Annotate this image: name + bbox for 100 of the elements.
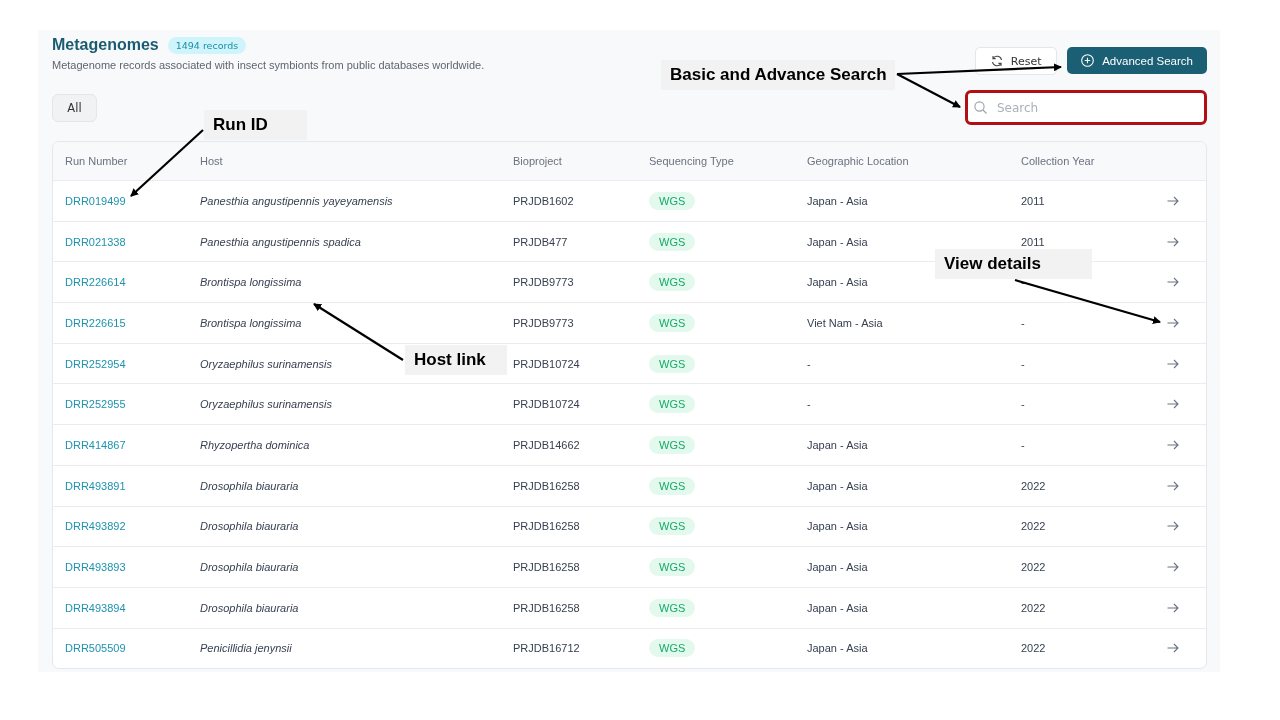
host-link[interactable]: Brontispa longissima — [200, 276, 302, 289]
annotation-label: Run ID — [204, 110, 307, 140]
sequencing-type-tag: WGS — [649, 558, 696, 577]
table-cell-text: - — [1020, 357, 1026, 370]
table-cell-text: PRJDB1602 — [512, 194, 575, 207]
view-details-button[interactable] — [1166, 602, 1179, 613]
table-cell-text: 2022 — [1020, 601, 1047, 614]
run-link[interactable]: DRR493893 — [65, 561, 126, 574]
table-cell-text: PRJDB16258 — [512, 479, 581, 492]
view-details-button[interactable] — [1166, 643, 1179, 654]
arrow-right-icon — [1166, 521, 1179, 532]
advanced-search-button[interactable]: Advanced Search — [1067, 47, 1207, 74]
host-link[interactable]: Oryzaephilus surinamensis — [200, 398, 333, 411]
arrow-right-icon — [1166, 602, 1179, 613]
sequencing-type-tag: WGS — [649, 273, 696, 292]
run-link[interactable]: DRR414867 — [65, 438, 126, 451]
arrow-right-icon — [1166, 195, 1179, 206]
table-cell-text: - — [1020, 276, 1026, 289]
column-header: Host — [199, 155, 224, 167]
sequencing-type-tag: WGS — [649, 313, 696, 332]
table-cell-text: Japan - Asia — [806, 235, 869, 248]
host-link[interactable]: Rhyzopertha dominica — [200, 438, 310, 451]
table-cell-text: PRJDB16258 — [512, 561, 581, 574]
table-cell-text: Japan - Asia — [806, 520, 869, 533]
table-cell-text: - — [806, 357, 812, 370]
run-link[interactable]: DRR226615 — [65, 316, 126, 329]
table-cell-text: Japan - Asia — [806, 194, 869, 207]
sequencing-type-tag: WGS — [649, 354, 696, 373]
table-cell-text: 2022 — [1020, 642, 1047, 655]
column-header: Collection Year — [1020, 155, 1096, 167]
arrow-right-icon — [1166, 236, 1179, 247]
run-link[interactable]: DRR252955 — [65, 398, 126, 411]
search-field[interactable]: Search — [965, 90, 1207, 125]
arrow-right-icon — [1166, 643, 1179, 654]
table-cell-text: - — [806, 398, 812, 411]
run-link[interactable]: DRR493894 — [65, 601, 126, 614]
host-link[interactable]: Drosophila biauraria — [200, 520, 299, 533]
table-cell-text: PRJDB14662 — [512, 438, 581, 451]
arrow-right-icon — [1166, 277, 1179, 288]
host-link[interactable]: Drosophila biauraria — [200, 601, 299, 614]
host-link[interactable]: Brontispa longissima — [200, 316, 302, 329]
table-cell-text: Japan - Asia — [806, 642, 869, 655]
view-details-button[interactable] — [1166, 480, 1179, 491]
sequencing-type-tag: WGS — [649, 435, 696, 454]
sequencing-type-tag: WGS — [649, 476, 696, 495]
table-cell-text: PRJDB16712 — [512, 642, 581, 655]
view-details-button[interactable] — [1166, 358, 1179, 369]
host-link[interactable]: Drosophila biauraria — [200, 561, 299, 574]
table-cell-text: PRJDB16258 — [512, 520, 581, 533]
annotation-label: Host link — [405, 345, 507, 375]
table-cell-text: Japan - Asia — [806, 479, 869, 492]
sequencing-type-tag: WGS — [649, 191, 696, 210]
run-link[interactable]: DRR505509 — [65, 642, 126, 655]
run-link[interactable]: DRR252954 — [65, 357, 126, 370]
host-link[interactable]: Drosophila biauraria — [200, 479, 299, 492]
annotation-label: Basic and Advance Search — [661, 60, 895, 90]
column-header: Sequencing Type — [648, 155, 735, 167]
plus-circle-icon — [1081, 54, 1095, 67]
host-link[interactable]: Panesthia angustipennis yayeyamensis — [200, 194, 393, 207]
sequencing-type-tag: WGS — [649, 232, 696, 251]
column-header: Bioproject — [512, 155, 563, 167]
run-link[interactable]: DRR493892 — [65, 520, 126, 533]
view-details-button[interactable] — [1166, 236, 1179, 247]
view-details-button[interactable] — [1166, 562, 1179, 573]
table-cell-text: PRJDB9773 — [512, 276, 575, 289]
sequencing-type-tag: WGS — [649, 598, 696, 617]
table-cell-text: - — [1020, 316, 1026, 329]
host-link[interactable]: Penicillidia jenynsii — [200, 642, 292, 655]
table-cell-text: Japan - Asia — [806, 276, 869, 289]
column-header: Run Number — [64, 155, 129, 167]
table-cell-text: Japan - Asia — [806, 601, 869, 614]
run-link[interactable]: DRR226614 — [65, 276, 126, 289]
table-cell-text: PRJDB9773 — [512, 316, 575, 329]
table-cell-text: - — [1020, 438, 1026, 451]
view-details-button[interactable] — [1166, 317, 1179, 328]
table-cell-text: 2011 — [1020, 194, 1046, 207]
reset-button[interactable]: Reset — [975, 47, 1058, 75]
arrow-right-icon — [1166, 317, 1179, 328]
host-link[interactable]: Panesthia angustipennis spadica — [200, 235, 361, 248]
run-link[interactable]: DRR019499 — [65, 194, 126, 207]
page-subtitle: Metagenome records associated with insect symbionts from public databases worldwide. — [52, 59, 485, 71]
view-details-button[interactable] — [1166, 521, 1179, 532]
view-details-button[interactable] — [1166, 195, 1179, 206]
table-cell-text: 2011 — [1020, 235, 1046, 248]
view-details-button[interactable] — [1166, 277, 1179, 288]
column-header: Geographic Location — [806, 155, 910, 167]
table-cell-text: - — [1020, 398, 1026, 411]
arrow-right-icon — [1166, 399, 1179, 410]
run-link[interactable]: DRR021338 — [65, 235, 126, 248]
filter-tab[interactable]: All — [52, 93, 97, 122]
host-link[interactable]: Oryzaephilus surinamensis — [200, 357, 333, 370]
page-title: Metagenomes — [52, 36, 159, 54]
table-cell-text: 2022 — [1020, 520, 1047, 533]
view-details-button[interactable] — [1166, 399, 1179, 410]
table-cell-text: PRJDB10724 — [512, 357, 581, 370]
view-details-button[interactable] — [1166, 439, 1179, 450]
run-link[interactable]: DRR493891 — [65, 479, 126, 492]
table-cell-text: Japan - Asia — [806, 438, 869, 451]
sequencing-type-tag: WGS — [649, 639, 696, 658]
annotation-label: View details — [935, 249, 1092, 279]
